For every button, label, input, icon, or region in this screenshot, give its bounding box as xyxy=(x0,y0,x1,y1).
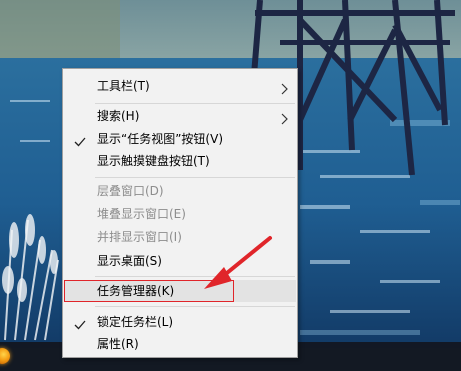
menu-item-label: 层叠窗口(D) xyxy=(97,184,164,198)
menu-item-task-view-button[interactable]: 显示“任务视图”按钮(V) xyxy=(64,128,296,150)
taskbar-context-menu: 工具栏(T) 搜索(H) 显示“任务视图”按钮(V) 显示触摸键盘按钮(T) 层… xyxy=(62,68,298,358)
menu-item-cascade-windows: 层叠窗口(D) xyxy=(64,180,296,202)
menu-item-label: 显示触摸键盘按钮(T) xyxy=(97,154,210,168)
menu-item-label: 工具栏(T) xyxy=(97,79,150,93)
menu-item-label: 并排显示窗口(I) xyxy=(97,230,182,244)
menu-item-touch-keyboard-button[interactable]: 显示触摸键盘按钮(T) xyxy=(64,150,296,172)
menu-item-properties[interactable]: 属性(R) xyxy=(64,333,296,355)
menu-item-side-by-side-windows: 并排显示窗口(I) xyxy=(64,226,296,248)
menu-item-toolbars[interactable]: 工具栏(T) xyxy=(64,75,296,97)
menu-item-label: 搜索(H) xyxy=(97,109,140,123)
menu-item-search[interactable]: 搜索(H) xyxy=(64,105,296,127)
menu-separator xyxy=(95,306,295,307)
menu-separator xyxy=(95,276,295,277)
menu-item-stack-windows: 堆叠显示窗口(E) xyxy=(64,203,296,225)
menu-item-label: 显示“任务视图”按钮(V) xyxy=(97,132,224,146)
annotation-highlight-box xyxy=(64,280,234,302)
menu-separator xyxy=(95,177,295,178)
menu-item-lock-taskbar[interactable]: 锁定任务栏(L) xyxy=(64,311,296,333)
menu-separator xyxy=(95,103,295,104)
menu-item-label: 锁定任务栏(L) xyxy=(97,315,174,329)
menu-item-label: 属性(R) xyxy=(97,337,139,351)
chevron-right-icon xyxy=(281,80,288,102)
menu-item-label: 堆叠显示窗口(E) xyxy=(97,207,186,221)
menu-item-show-desktop[interactable]: 显示桌面(S) xyxy=(64,250,296,272)
menu-item-label: 显示桌面(S) xyxy=(97,254,162,268)
